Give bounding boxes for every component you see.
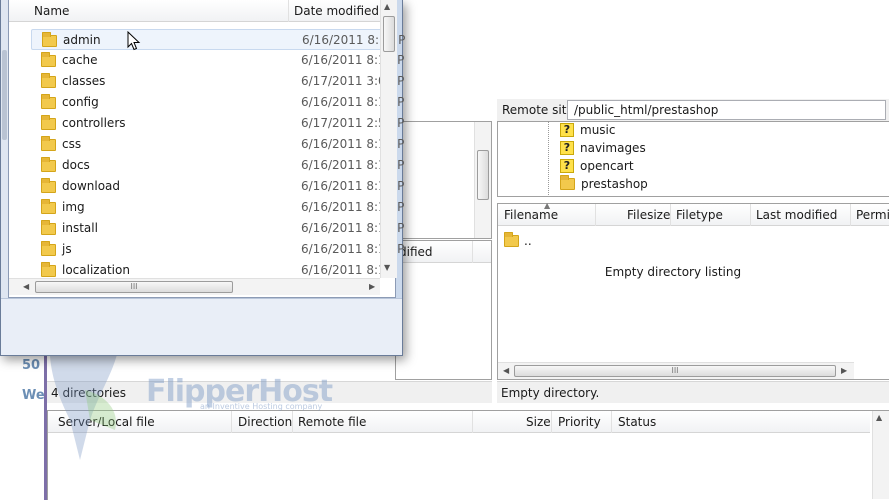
folder-icon — [41, 178, 56, 193]
dialog-vscroll-thumb[interactable] — [383, 16, 395, 52]
list-item[interactable]: admin 6/16/2011 8:11 P — [31, 29, 405, 50]
header-last-modified[interactable]: Last modified — [756, 208, 837, 222]
local-file-list[interactable]: dified — [395, 240, 492, 380]
list-item[interactable]: localization 6/16/2011 8:11 P — [31, 260, 382, 277]
list-item[interactable]: classes 6/17/2011 3:02 P — [31, 71, 404, 92]
header-filesize[interactable]: Filesize — [627, 208, 670, 222]
list-item[interactable]: js 6/16/2011 8:11 P — [31, 239, 404, 260]
folder-icon — [41, 73, 56, 88]
remote-file-list[interactable]: Filename ▲ Filesize Filetype Last modifi… — [497, 201, 889, 380]
remote-hscroll-thumb[interactable]: III — [514, 365, 836, 377]
folder-icon — [41, 220, 56, 235]
header-direction[interactable]: Direction — [238, 415, 292, 429]
empty-listing-message: Empty directory listing — [604, 265, 742, 279]
tree-connector — [548, 121, 549, 195]
dialog-vscroll[interactable]: ▲ ▼ — [380, 0, 397, 278]
dialog-hscroll-thumb[interactable]: III — [35, 281, 233, 293]
file-browser-dialog: Name Date modified admin 6/16/2011 8:11 … — [0, 0, 405, 356]
folder-icon — [41, 115, 56, 130]
header-server-local-file[interactable]: Server/Local file — [58, 415, 155, 429]
scroll-left-arrow-icon[interactable]: ◀ — [503, 366, 509, 375]
folder-icon — [42, 32, 57, 47]
tree-item-opencart[interactable]: ? opencart — [560, 157, 634, 175]
remote-path-input[interactable]: /public_html/prestashop — [567, 100, 886, 120]
scroll-down-arrow-icon[interactable]: ▼ — [384, 263, 390, 272]
tree-item-navimages[interactable]: ? navimages — [560, 139, 646, 157]
folder-icon — [41, 157, 56, 172]
header-size[interactable]: Size — [526, 415, 551, 429]
folder-icon — [41, 52, 56, 67]
queue-header: Server/Local file Direction Remote file … — [48, 411, 870, 433]
tree-item-prestashop[interactable]: prestashop — [560, 175, 648, 193]
folder-icon — [41, 241, 56, 256]
local-status-text: 4 directories — [51, 386, 126, 400]
header-priority[interactable]: Priority — [558, 415, 601, 429]
local-tree-pane[interactable] — [395, 121, 492, 239]
header-status[interactable]: Status — [618, 415, 656, 429]
folder-icon — [560, 175, 575, 190]
dialog-list-header: Name Date modified — [9, 0, 381, 22]
scroll-left-arrow-icon[interactable]: ◀ — [23, 282, 29, 291]
sort-arrow-icon: ▲ — [544, 201, 551, 210]
left-stat-1: 50 — [22, 358, 41, 373]
folder-icon — [504, 232, 519, 247]
local-tree-scroll-thumb[interactable] — [477, 150, 489, 200]
remote-list-header: Filename ▲ Filesize Filetype Last modifi… — [498, 201, 889, 226]
header-name[interactable]: Name — [34, 4, 69, 18]
folder-icon — [41, 199, 56, 214]
queue-scrollbar[interactable]: ▲ — [872, 411, 889, 499]
list-item[interactable]: img 6/16/2011 8:11 P — [31, 197, 404, 218]
question-folder-icon: ? — [560, 123, 574, 137]
dialog-hscroll[interactable]: ◀ III ▶ — [9, 278, 380, 295]
dialog-file-list[interactable]: Name Date modified admin 6/16/2011 8:11 … — [8, 0, 405, 298]
remote-status-text: Empty directory. — [501, 386, 600, 400]
local-list-header: dified — [396, 241, 491, 263]
folder-icon — [41, 136, 56, 151]
list-item[interactable]: css 6/16/2011 8:11 P — [31, 134, 404, 155]
list-item[interactable]: cache 6/16/2011 8:11 P — [31, 50, 404, 71]
header-permissions[interactable]: Permi — [856, 208, 889, 222]
header-filetype[interactable]: Filetype — [676, 208, 723, 222]
scroll-up-arrow-icon[interactable]: ▲ — [384, 2, 390, 11]
list-item[interactable]: controllers 6/17/2011 2:53 P — [31, 113, 404, 134]
local-tree-scrollbar[interactable] — [474, 122, 491, 238]
header-filename[interactable]: Filename — [504, 208, 558, 222]
scroll-right-arrow-icon[interactable]: ▶ — [369, 282, 375, 291]
remote-site-bar: Remote site: /public_html/prestashop — [497, 99, 889, 121]
list-item[interactable]: config 6/16/2011 8:11 P — [31, 92, 404, 113]
parent-dir-row[interactable]: .. — [504, 232, 532, 248]
scroll-right-arrow-icon[interactable]: ▶ — [841, 366, 847, 375]
folder-icon — [41, 94, 56, 109]
dialog-nav-pane-edge — [1, 0, 8, 298]
transfer-queue[interactable]: Server/Local file Direction Remote file … — [47, 410, 889, 500]
left-divider — [44, 355, 47, 500]
left-strip — [0, 355, 44, 500]
question-folder-icon: ? — [560, 141, 574, 155]
tree-item-music[interactable]: ? music — [560, 121, 615, 139]
list-item[interactable]: docs 6/16/2011 8:11 P — [31, 155, 404, 176]
remote-status-bar: Empty directory. — [497, 381, 889, 403]
scroll-up-arrow-icon[interactable]: ▲ — [876, 413, 882, 422]
dialog-footer — [1, 298, 402, 355]
folder-icon — [41, 262, 56, 277]
left-stat-2: We — [22, 388, 45, 403]
remote-tree-pane[interactable] — [497, 121, 889, 197]
list-item[interactable]: install 6/16/2011 8:11 P — [31, 218, 404, 239]
nav-pane-scroll-thumb[interactable] — [2, 50, 7, 140]
header-remote-file[interactable]: Remote file — [298, 415, 366, 429]
watermark-tagline: an Inventive Hosting company — [200, 402, 323, 411]
remote-list-hscroll[interactable]: ◀ III ▶ — [498, 362, 854, 379]
mouse-cursor-icon — [127, 31, 141, 51]
list-item[interactable]: download 6/16/2011 8:11 P — [31, 176, 404, 197]
header-date-modified[interactable]: Date modified — [294, 4, 379, 18]
question-folder-icon: ? — [560, 159, 574, 173]
